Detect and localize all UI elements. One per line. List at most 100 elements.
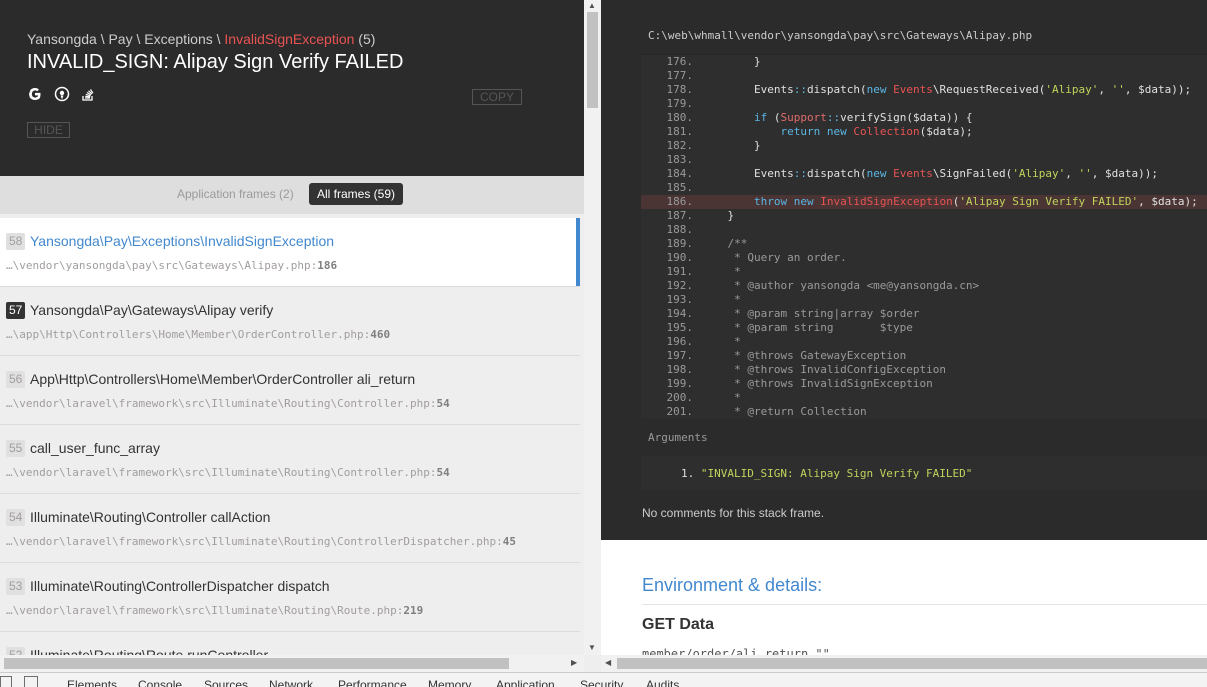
frame-item[interactable]: 54 Illuminate\Routing\Controller callAct… <box>0 494 580 563</box>
line-number: 196. <box>666 335 694 348</box>
code-text: if (Support::verifySign($data)) { <box>753 111 973 124</box>
frame-index: 58 <box>6 233 26 250</box>
hide-button[interactable]: HIDE <box>27 122 70 138</box>
line-number: 194. <box>666 307 694 320</box>
device-toolbar-icon[interactable] <box>24 676 38 687</box>
stackoverflow-search-icon[interactable] <box>80 86 96 102</box>
code-block: 176. } 177. 178. Events::dispatch(new Even… <box>641 54 1207 419</box>
frame-item[interactable]: 56 App\Http\Controllers\Home\Member\Orde… <box>0 356 580 425</box>
frame-index: 57 <box>6 302 26 319</box>
code-text: * <box>701 391 741 404</box>
line-number: 182. <box>666 139 694 152</box>
code-line: 201. * @return Collection <box>641 405 1207 419</box>
whoops-error-page: Yansongda \ Pay \ Exceptions \ InvalidSi… <box>0 0 1207 687</box>
code-text: * @return Collection <box>701 405 867 418</box>
right-horizontal-scrollbar[interactable]: ◀ <box>601 655 1207 672</box>
tab-sources[interactable]: Sources <box>204 678 248 687</box>
tab-security[interactable]: Security <box>580 678 623 687</box>
tab-application[interactable]: Application <box>496 678 555 687</box>
line-number: 191. <box>666 265 694 278</box>
line-number: 190. <box>666 251 694 264</box>
frame-index: 53 <box>6 578 26 595</box>
left-horizontal-scrollbar[interactable]: ▶ <box>0 655 584 672</box>
line-number: 201. <box>666 405 694 418</box>
scroll-down-arrow-icon[interactable]: ▼ <box>588 643 596 653</box>
frame-class: Illuminate\Routing\Controller callAction <box>30 509 271 525</box>
arguments-label: Arguments <box>648 431 708 444</box>
line-number: 197. <box>666 349 694 362</box>
line-number: 193. <box>666 293 694 306</box>
frame-file-path[interactable]: C:\web\whmall\vendor\yansongda\pay\src\G… <box>648 29 1032 42</box>
inspect-element-icon[interactable] <box>0 676 12 687</box>
code-line: 185. <box>641 181 1207 195</box>
code-text: * @throws InvalidConfigException <box>701 363 947 376</box>
get-data-value: member/order/ali_return "" <box>642 647 830 655</box>
exception-breadcrumb: Yansongda \ Pay \ Exceptions \ InvalidSi… <box>27 31 375 47</box>
code-line: 180. if (Support::verifySign($data)) { <box>641 111 1207 125</box>
line-number: 185. <box>666 181 694 194</box>
code-line: 189. /** <box>641 237 1207 251</box>
code-line: 200. * <box>641 391 1207 405</box>
code-text: * @param string $type <box>701 321 913 334</box>
scrollbar-thumb[interactable] <box>4 658 509 669</box>
copy-button[interactable]: COPY <box>472 89 522 105</box>
line-number: 186. <box>666 195 694 208</box>
line-number: 189. <box>666 237 694 250</box>
code-line: 188. <box>641 223 1207 237</box>
tab-audits[interactable]: Audits <box>646 678 679 687</box>
tab-elements[interactable]: Elements <box>67 678 117 687</box>
code-line: 196. * <box>641 335 1207 349</box>
code-line: 195. * @param string $type <box>641 321 1207 335</box>
active-frame-indicator <box>576 218 580 286</box>
left-vertical-scrollbar[interactable]: ▲ ▼ <box>584 0 601 655</box>
scroll-left-arrow-icon[interactable]: ◀ <box>605 658 611 668</box>
code-line: 192. * @author yansongda <me@yansongda.c… <box>641 279 1207 293</box>
line-number: 178. <box>666 83 694 96</box>
code-text: * @author yansongda <me@yansongda.cn> <box>701 279 980 292</box>
tab-application-frames[interactable]: Application frames (2) <box>170 183 301 205</box>
code-text: * <box>701 293 741 306</box>
tab-memory[interactable]: Memory <box>428 678 471 687</box>
frame-file: …\vendor\laravel\framework\src\Illuminat… <box>6 604 424 617</box>
frame-file: …\vendor\laravel\framework\src\Illuminat… <box>6 535 516 548</box>
tab-network[interactable]: Network <box>269 678 313 687</box>
line-number: 183. <box>666 153 694 166</box>
scrollbar-thumb[interactable] <box>617 658 1207 669</box>
code-line: 176. } <box>641 55 1207 69</box>
code-line: 197. * @throws GatewayException <box>641 349 1207 363</box>
frame-item[interactable]: 52 Illuminate\Routing\Route runControlle… <box>0 632 580 655</box>
scroll-up-arrow-icon[interactable]: ▲ <box>588 1 596 11</box>
code-panel: C:\web\whmall\vendor\yansongda\pay\src\G… <box>601 0 1207 540</box>
line-number: 198. <box>666 363 694 376</box>
tab-all-frames[interactable]: All frames (59) <box>309 183 404 205</box>
exception-header: Yansongda \ Pay \ Exceptions \ InvalidSi… <box>0 0 584 176</box>
code-line: 182. } <box>641 139 1207 153</box>
exception-class: InvalidSignException <box>224 31 355 47</box>
tab-performance[interactable]: Performance <box>338 678 407 687</box>
duckduckgo-search-icon[interactable] <box>54 86 70 102</box>
code-line: 179. <box>641 97 1207 111</box>
google-search-icon[interactable] <box>27 86 43 102</box>
frame-item[interactable]: 57 Yansongda\Pay\Gateways\Alipay verify … <box>0 287 580 356</box>
argument-value: 1. "INVALID_SIGN: Alipay Sign Verify FAI… <box>681 467 973 480</box>
scrollbar-thumb[interactable] <box>587 12 598 108</box>
code-line: 199. * @throws InvalidSignException <box>641 377 1207 391</box>
code-text: Events::dispatch(new Events\RequestRecei… <box>701 83 1192 96</box>
code-text: * @param string|array $order <box>701 307 920 320</box>
frame-item[interactable]: 58 Yansongda\Pay\Exceptions\InvalidSignE… <box>0 218 580 287</box>
line-number: 195. <box>666 321 694 334</box>
frame-item[interactable]: 55 call_user_func_array …\vendor\laravel… <box>0 425 580 494</box>
frame-class: Illuminate\Routing\ControllerDispatcher … <box>30 578 330 594</box>
environment-section: Environment & details: GET Data member/o… <box>601 540 1207 655</box>
scroll-right-arrow-icon[interactable]: ▶ <box>571 658 577 668</box>
code-text: return new Collection($data); <box>780 125 973 138</box>
code-line: 190. * Query an order. <box>641 251 1207 265</box>
frames-filter-bar: Application frames (2) All frames (59) <box>0 176 584 214</box>
frame-file: …\app\Http\Controllers\Home\Member\Order… <box>6 328 391 341</box>
tab-console[interactable]: Console <box>138 678 182 687</box>
frame-index: 56 <box>6 371 26 388</box>
code-line: 181. return new Collection($data); <box>641 125 1207 139</box>
frame-item[interactable]: 53 Illuminate\Routing\ControllerDispatch… <box>0 563 580 632</box>
get-data-title: GET Data <box>642 616 715 633</box>
frame-file: …\vendor\yansongda\pay\src\Gateways\Alip… <box>6 259 338 272</box>
